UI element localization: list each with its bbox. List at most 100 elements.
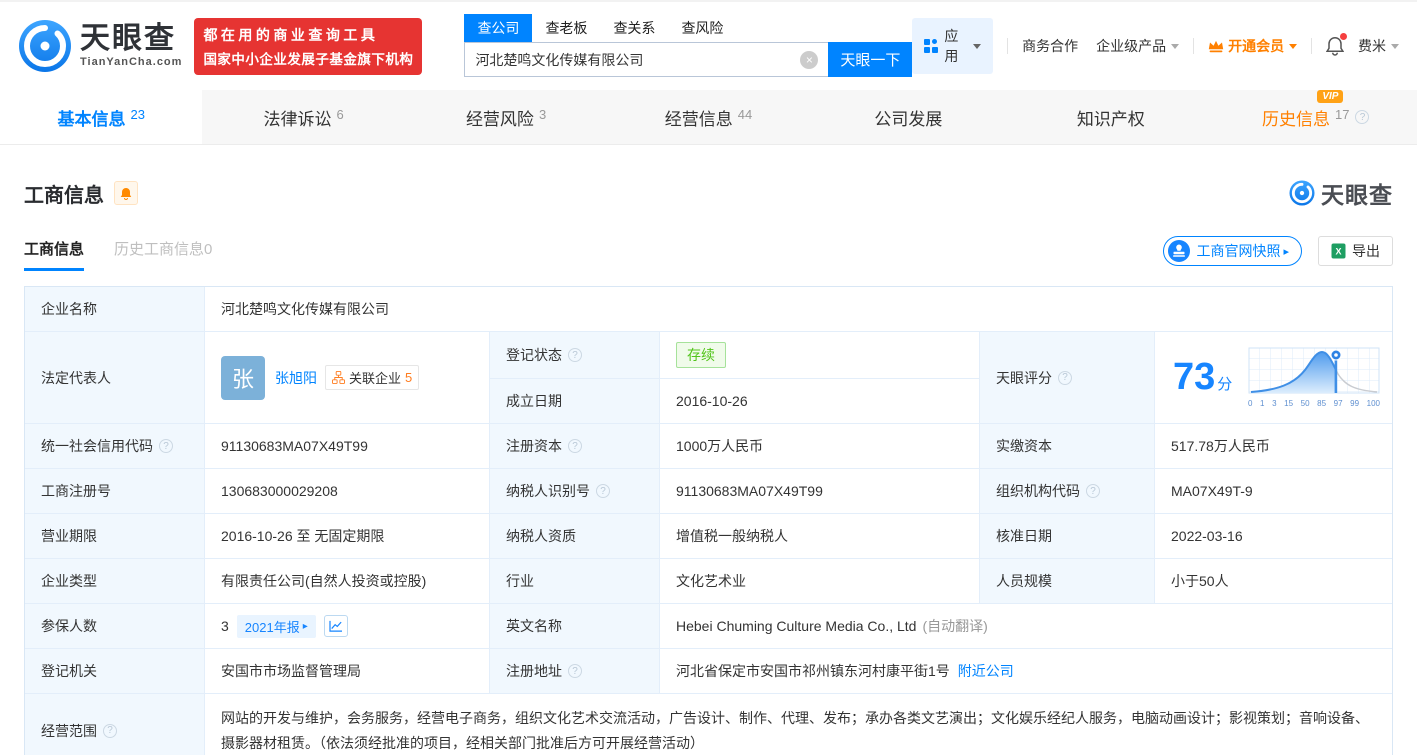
top-header: 天眼查 TianYanCha.com 都在用的商业查询工具 国家中小企业发展子基… xyxy=(0,0,1417,90)
apps-grid-icon xyxy=(924,39,938,53)
credit-code-label: 统一社会信用代码 xyxy=(25,424,205,468)
score-value: 73 分 xyxy=(1155,332,1392,423)
svg-text:X: X xyxy=(1335,247,1341,257)
status-badge: 存续 xyxy=(676,342,726,368)
taxpayer-quality-value: 增值税一般纳税人 xyxy=(660,514,980,558)
help-icon[interactable] xyxy=(1058,371,1072,385)
divider xyxy=(1193,38,1194,54)
apps-label: 应用 xyxy=(944,26,968,66)
table-row: 企业名称 河北楚鸣文化传媒有限公司 xyxy=(25,287,1392,332)
credit-code-value: 91130683MA07X49T99 xyxy=(205,424,490,468)
table-row: 统一社会信用代码 91130683MA07X49T99 注册资本 1000万人民… xyxy=(25,424,1392,469)
avatar[interactable]: 张 xyxy=(221,356,265,400)
subtab-business-info[interactable]: 工商信息 xyxy=(24,238,84,271)
tab-intellectual-property[interactable]: 知识产权 xyxy=(1012,90,1214,144)
vip-badge: VIP xyxy=(1317,90,1343,103)
tab-basic-info[interactable]: 基本信息 23 xyxy=(0,90,202,144)
table-row: 参保人数 3 2021年报 英文名称 Hebei Chuming Culture… xyxy=(25,604,1392,649)
reg-address-label: 注册地址 xyxy=(490,649,660,693)
staff-size-value: 小于50人 xyxy=(1155,559,1392,603)
search-button[interactable]: 天眼一下 xyxy=(828,42,912,77)
reg-authority-label: 登记机关 xyxy=(25,649,205,693)
org-code-label: 组织机构代码 xyxy=(980,469,1155,513)
chevron-down-icon xyxy=(1171,44,1179,49)
table-row: 企业类型 有限责任公司(自然人投资或控股) 行业 文化艺术业 人员规模 小于50… xyxy=(25,559,1392,604)
reg-capital-value: 1000万人民币 xyxy=(660,424,980,468)
approval-date-label: 核准日期 xyxy=(980,514,1155,558)
search-tab-boss[interactable]: 查老板 xyxy=(532,14,600,42)
insured-count-label: 参保人数 xyxy=(25,604,205,648)
nav-open-vip[interactable]: 开通会员 xyxy=(1208,36,1297,56)
chevron-down-icon xyxy=(1289,44,1297,49)
export-button[interactable]: X 导出 xyxy=(1318,236,1393,266)
tab-operating-info[interactable]: 经营信息 44 xyxy=(607,90,809,144)
search-tab-relation[interactable]: 查关系 xyxy=(600,14,668,42)
industry-label: 行业 xyxy=(490,559,660,603)
apps-menu[interactable]: 应用 xyxy=(912,18,993,74)
search-input[interactable] xyxy=(465,43,800,76)
tab-company-development[interactable]: 公司发展 xyxy=(810,90,1012,144)
help-icon[interactable] xyxy=(1086,484,1100,498)
help-icon[interactable] xyxy=(568,664,582,678)
english-name-label: 英文名称 xyxy=(490,604,660,648)
reg-status-value: 存续 xyxy=(660,332,979,378)
score-distribution-chart: 01 315 5085 9799 100 xyxy=(1248,347,1382,408)
crown-icon xyxy=(1208,39,1224,54)
trend-chart-button[interactable] xyxy=(324,615,348,637)
nearby-companies-link[interactable]: 附近公司 xyxy=(958,661,1014,681)
reg-number-value: 130683000029208 xyxy=(205,469,490,513)
legal-rep-link[interactable]: 张旭阳 xyxy=(275,368,317,388)
auto-translate-note: (自动翻译) xyxy=(922,616,987,636)
related-companies-badge[interactable]: 关联企业 5 xyxy=(325,365,419,390)
search-box: 天眼一下 xyxy=(464,42,912,77)
company-nav-tabs: 基本信息 23 法律诉讼 6 经营风险 3 经营信息 44 公司发展 知识产权 … xyxy=(0,90,1417,145)
help-icon[interactable] xyxy=(103,724,117,738)
legal-rep-label: 法定代表人 xyxy=(25,332,205,423)
help-icon[interactable] xyxy=(159,439,173,453)
nav-enterprise[interactable]: 企业级产品 xyxy=(1096,36,1179,56)
official-snapshot-button[interactable]: 工商官网快照 xyxy=(1163,236,1302,266)
search-tab-company[interactable]: 查公司 xyxy=(464,14,532,42)
search-area: 查公司 查老板 查关系 查风险 天眼一下 xyxy=(464,14,912,77)
divider xyxy=(1311,38,1312,54)
notification-bell[interactable] xyxy=(1326,36,1344,56)
nav-cooperation[interactable]: 商务合作 xyxy=(1022,36,1078,56)
tab-history-info[interactable]: VIP 历史信息 17 xyxy=(1215,90,1417,144)
org-chart-icon xyxy=(332,371,345,384)
company-type-label: 企业类型 xyxy=(25,559,205,603)
chevron-down-icon xyxy=(973,44,981,49)
org-code-value: MA07X49T-9 xyxy=(1155,469,1392,513)
reg-number-label: 工商注册号 xyxy=(25,469,205,513)
table-row: 法定代表人 张 张旭阳 关联企业 5 xyxy=(25,332,1392,424)
tyc-eye-icon xyxy=(1289,180,1315,206)
subscribe-bell-button[interactable] xyxy=(114,181,138,205)
username: 费米 xyxy=(1358,36,1386,56)
score-axis: 01 315 5085 9799 100 xyxy=(1248,399,1380,408)
help-icon[interactable] xyxy=(596,484,610,498)
user-menu[interactable]: 费米 xyxy=(1358,36,1399,56)
brand-domain: TianYanCha.com xyxy=(80,56,182,68)
table-row: 营业期限 2016-10-26 至 无固定期限 纳税人资质 增值税一般纳税人 核… xyxy=(25,514,1392,559)
tab-operating-risk[interactable]: 经营风险 3 xyxy=(405,90,607,144)
excel-icon: X xyxy=(1331,243,1346,259)
subtab-history-business-info[interactable]: 历史工商信息0 xyxy=(114,238,212,271)
search-tab-risk[interactable]: 查风险 xyxy=(668,14,736,42)
tyc-logo[interactable]: 天眼查 TianYanCha.com xyxy=(18,19,182,73)
help-icon[interactable] xyxy=(568,348,582,362)
search-tabs: 查公司 查老板 查关系 查风险 xyxy=(464,14,912,42)
business-scope-label: 经营范围 xyxy=(25,694,205,755)
establish-date-value: 2016-10-26 xyxy=(660,379,979,423)
header-nav: 应用 商务合作 企业级产品 开通会员 费米 xyxy=(912,18,1399,74)
line-chart-icon xyxy=(329,620,343,632)
help-icon[interactable] xyxy=(568,439,582,453)
insured-count-value: 3 2021年报 xyxy=(205,604,490,648)
business-info-table: 企业名称 河北楚鸣文化传媒有限公司 法定代表人 张 张旭阳 关联企业 5 xyxy=(24,286,1393,755)
stamp-icon xyxy=(1168,240,1190,262)
business-term-label: 营业期限 xyxy=(25,514,205,558)
staff-size-label: 人员规模 xyxy=(980,559,1155,603)
help-icon[interactable] xyxy=(1355,110,1369,124)
clear-icon[interactable] xyxy=(800,51,818,69)
tab-legal-litigation[interactable]: 法律诉讼 6 xyxy=(202,90,404,144)
reg-status-label: 登记状态 xyxy=(490,332,660,378)
annual-report-tag[interactable]: 2021年报 xyxy=(237,615,316,638)
